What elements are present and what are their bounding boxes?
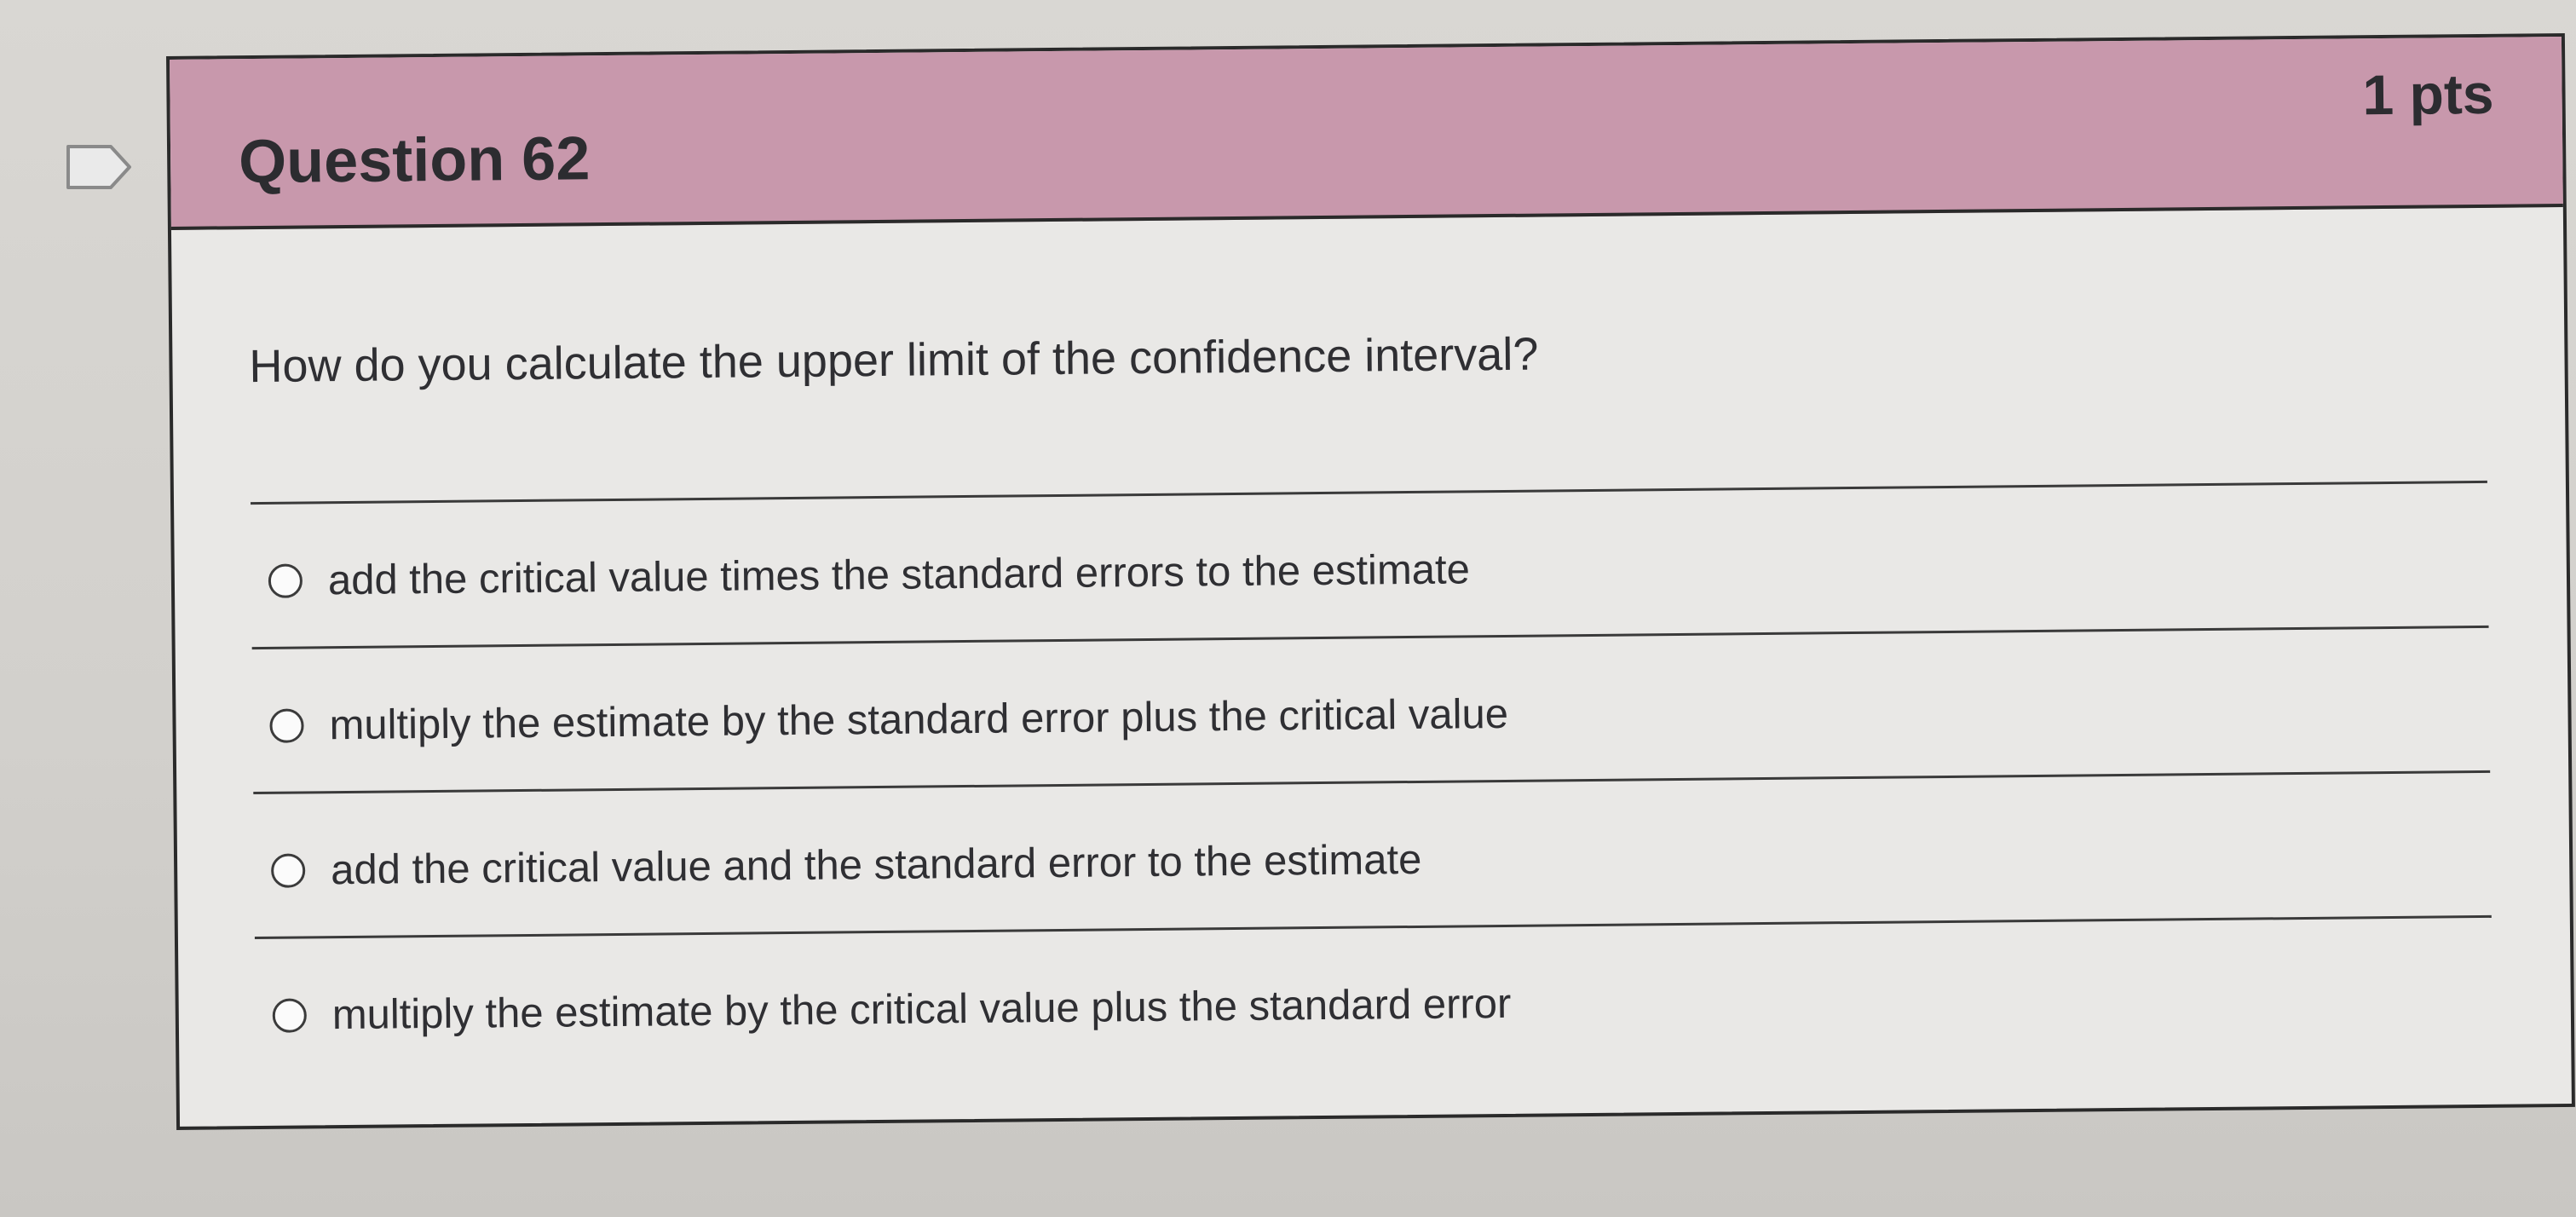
answer-label: multiply the estimate by the standard er…: [329, 690, 1509, 749]
answer-label: add the critical value times the standar…: [327, 546, 1471, 604]
question-header: Question 62 1 pts: [170, 37, 2563, 230]
radio-button[interactable]: [268, 563, 303, 598]
answer-option-4[interactable]: multiply the estimate by the critical va…: [272, 980, 1512, 1040]
flag-question-icon[interactable]: [65, 143, 135, 191]
answer-divider: [254, 914, 2492, 940]
radio-button[interactable]: [272, 998, 308, 1033]
answer-divider: [253, 770, 2491, 795]
answer-option-2[interactable]: multiply the estimate by the standard er…: [269, 690, 1508, 750]
radio-button[interactable]: [270, 853, 306, 888]
radio-button[interactable]: [269, 708, 304, 743]
question-text: How do you calculate the upper limit of …: [249, 328, 1539, 393]
question-card: Question 62 1 pts How do you calculate t…: [166, 32, 2575, 1130]
question-points: 1 pts: [2362, 61, 2494, 127]
answer-label: multiply the estimate by the critical va…: [331, 980, 1512, 1039]
answer-option-3[interactable]: add the critical value and the standard …: [270, 836, 1422, 895]
answer-option-1[interactable]: add the critical value times the standar…: [268, 545, 1470, 605]
answer-divider: [251, 625, 2489, 650]
answer-label: add the critical value and the standard …: [330, 836, 1422, 894]
answer-divider: [251, 480, 2487, 505]
question-title: Question 62: [238, 124, 591, 197]
